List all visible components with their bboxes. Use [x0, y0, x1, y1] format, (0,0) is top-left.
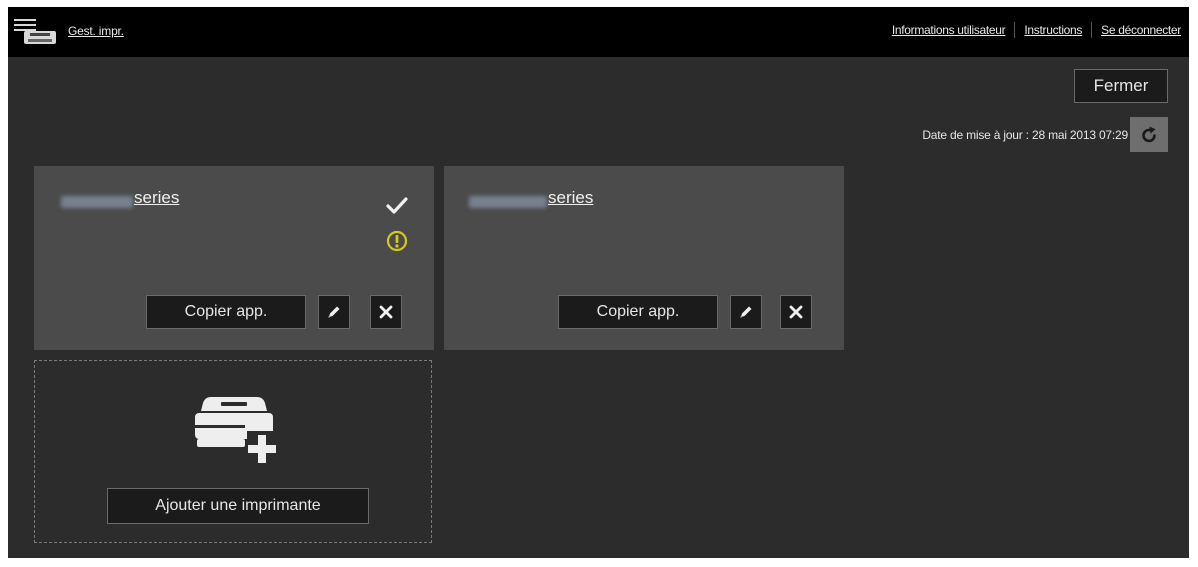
- pencil-icon: [740, 306, 752, 318]
- edit-printer-button[interactable]: [318, 295, 350, 329]
- last-updated-text: Date de mise à jour : 28 mai 2013 07:29: [922, 128, 1128, 142]
- printer-manager-window: Gest. impr. Informations utilisateur Ins…: [8, 7, 1189, 558]
- logout-link[interactable]: Se déconnecter: [1101, 23, 1181, 37]
- refresh-icon: [1142, 126, 1156, 142]
- printer-card: series Copier app.: [34, 166, 434, 350]
- refresh-button[interactable]: [1130, 117, 1168, 152]
- edit-printer-button[interactable]: [730, 295, 762, 329]
- printer-model-link[interactable]: series: [134, 188, 179, 208]
- add-printer-card: Ajouter une imprimante: [34, 360, 432, 543]
- instructions-link[interactable]: Instructions: [1024, 23, 1082, 37]
- link-separator: [1014, 22, 1016, 38]
- delete-printer-button[interactable]: [780, 295, 812, 329]
- app-title[interactable]: Gest. impr.: [68, 24, 124, 38]
- printer-model-link[interactable]: series: [548, 188, 593, 208]
- top-bar: Gest. impr. Informations utilisateur Ins…: [8, 7, 1189, 57]
- pencil-icon: [328, 306, 340, 318]
- close-button[interactable]: Fermer: [1074, 69, 1168, 103]
- warning-icon: [386, 230, 408, 252]
- close-icon: [789, 305, 803, 319]
- header-links: Informations utilisateur Instructions Se…: [892, 22, 1181, 38]
- copy-app-button[interactable]: Copier app.: [558, 295, 718, 329]
- model-name-redacted: [469, 196, 547, 208]
- printer-manager-icon: [14, 19, 56, 44]
- model-name-redacted: [61, 196, 133, 208]
- close-icon: [379, 305, 393, 319]
- add-printer-button[interactable]: Ajouter une imprimante: [107, 488, 369, 524]
- user-info-link[interactable]: Informations utilisateur: [892, 23, 1006, 37]
- link-separator: [1091, 22, 1093, 38]
- add-printer-icon: [195, 397, 277, 465]
- printer-card: series Copier app.: [444, 166, 844, 350]
- check-icon: [386, 197, 408, 214]
- copy-app-button[interactable]: Copier app.: [146, 295, 306, 329]
- delete-printer-button[interactable]: [370, 295, 402, 329]
